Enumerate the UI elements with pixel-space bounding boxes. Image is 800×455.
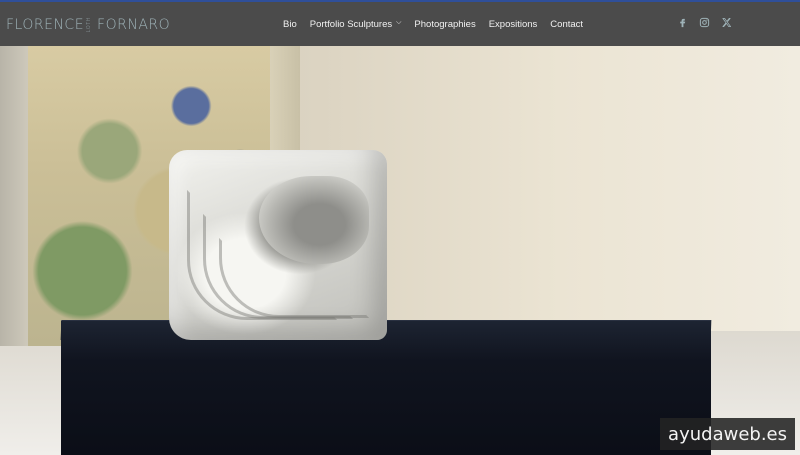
nav-expositions[interactable]: Expositions — [489, 19, 538, 30]
nav-bio[interactable]: Bio — [283, 19, 297, 30]
logo-first-name: FLORENCE — [6, 17, 85, 33]
main-navigation: Bio Portfolio Sculptures ⌵ Photographies… — [283, 2, 596, 46]
chevron-down-icon: ⌵ — [396, 19, 402, 26]
site-logo[interactable]: FLORENCE LOTH FORNARO — [6, 14, 170, 36]
nav-portfolio-sculptures[interactable]: Portfolio Sculptures ⌵ — [310, 19, 402, 30]
marble-sculpture — [169, 150, 387, 340]
nav-expositions-label: Expositions — [488, 18, 538, 30]
instagram-icon[interactable] — [698, 16, 711, 29]
logo-middle-name: LOTH — [86, 17, 93, 33]
nav-bio-label: Bio — [283, 18, 297, 30]
nav-contact-label: Contact — [550, 18, 584, 30]
hero-image — [0, 46, 800, 455]
nav-photographies[interactable]: Photographies — [414, 19, 475, 30]
nav-contact[interactable]: Contact — [550, 19, 583, 30]
logo-last-name: FORNARO — [97, 17, 171, 33]
social-links — [676, 16, 742, 29]
nav-portfolio-label: Portfolio Sculptures — [309, 18, 393, 30]
nav-photographies-label: Photographies — [414, 18, 476, 30]
black-plinth — [61, 321, 711, 455]
facebook-icon[interactable] — [676, 16, 689, 29]
x-twitter-icon[interactable] — [720, 16, 733, 29]
site-header: FLORENCE LOTH FORNARO Bio Portfolio Scul… — [0, 2, 800, 46]
watermark: ayudaweb.es — [660, 418, 795, 450]
wall-left — [0, 46, 30, 346]
